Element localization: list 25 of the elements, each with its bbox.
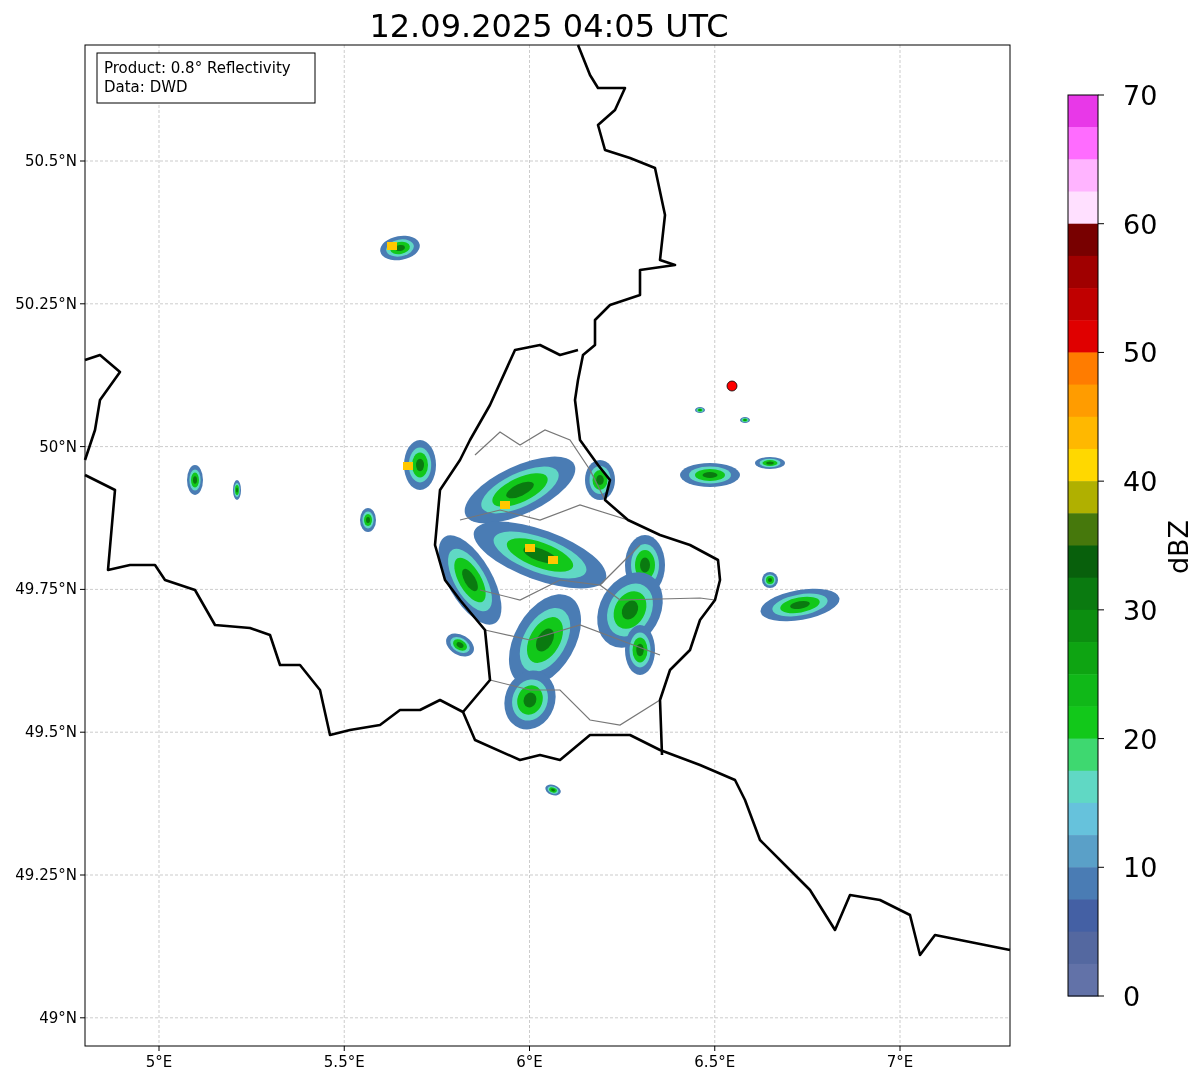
colorbar-tick-label: 50 — [1123, 337, 1158, 369]
latitude-label: 50.5°N — [24, 152, 77, 170]
latitude-label: 49°N — [39, 1008, 77, 1027]
latitude-label: 49.5°N — [24, 723, 77, 742]
colorbar-tick-label: 40 — [1123, 466, 1158, 498]
latitude-label: 49.75°N — [15, 580, 77, 599]
colorbar-label: dBZ — [1163, 519, 1194, 575]
longitude-label: 6°E — [516, 1053, 543, 1071]
longitude-label: 5.5°E — [323, 1053, 365, 1071]
latitude-label: 50°N — [39, 437, 77, 456]
latitude-label: 50.25°N — [15, 294, 77, 313]
colorbar-tick-label: 70 — [1123, 80, 1158, 111]
longitude-label: 7°E — [886, 1053, 914, 1071]
longitude-label: 6.5°E — [694, 1053, 736, 1071]
longitude-label: 5°E — [145, 1053, 173, 1071]
colorbar-tick-label: 0 — [1123, 981, 1141, 1012]
latitude-label: 49.25°N — [15, 866, 77, 884]
colorbar-tick-label: 30 — [1123, 594, 1158, 626]
chart-title: 12.09.2025 04:05 UTC — [369, 7, 729, 45]
info-text: Product: 0.8° Reflectivity — [104, 59, 291, 77]
colorbar-tick-label: 60 — [1123, 208, 1158, 240]
location-marker — [726, 380, 738, 392]
info-text: Data: DWD — [104, 78, 188, 96]
colorbar-tick-label: 10 — [1123, 852, 1158, 884]
colorbar-tick-label: 20 — [1123, 723, 1158, 755]
